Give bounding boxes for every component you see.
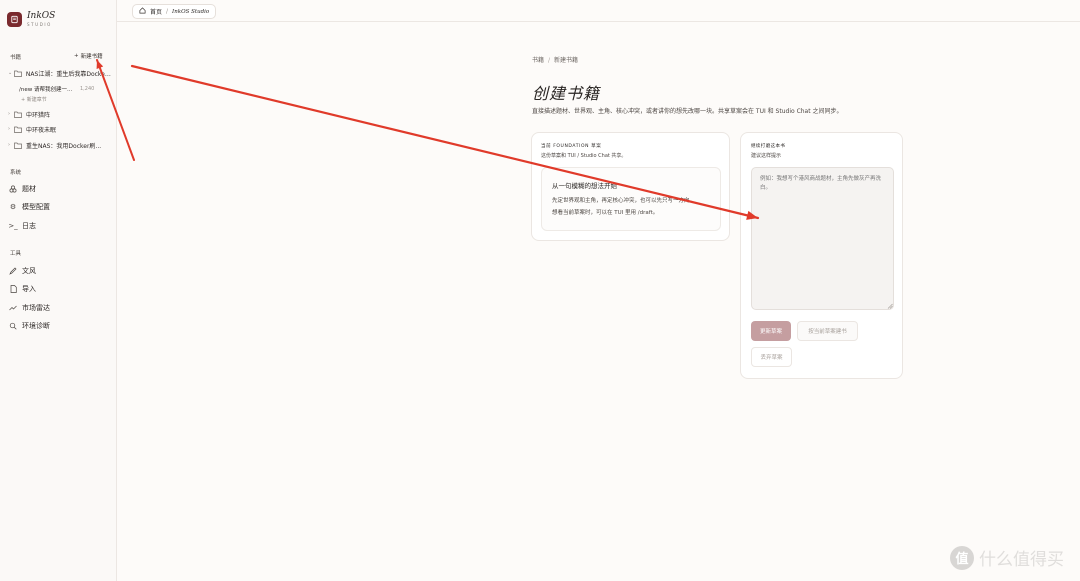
book-title: 重生NAS：我用Docker刷... (26, 142, 102, 150)
card-subtitle: 这份草案和 TUI / Studio Chat 共享。 (541, 153, 627, 159)
breadcrumb-current: 新建书籍 (554, 57, 579, 64)
nav-market-radar[interactable]: 市场雷达 (8, 302, 112, 314)
nav-label: 环境诊断 (22, 322, 50, 330)
watermark-text: 什么值得买 (979, 550, 1064, 570)
book-tree-item[interactable]: › 重生NAS：我用Docker刷... (8, 140, 112, 150)
empty-state-title: 从一句模糊的想法开始 (552, 182, 617, 190)
nav-label: 文风 (22, 267, 36, 275)
resize-handle-icon[interactable] (887, 303, 893, 309)
watermark-badge: 值 (950, 545, 974, 570)
app-subtitle: STUDIO (27, 22, 52, 27)
breadcrumb-separator: / (166, 8, 169, 15)
nav-genre[interactable]: 题材 (8, 183, 112, 195)
nav-label: 题材 (22, 185, 36, 193)
folder-open-icon (14, 70, 23, 77)
page-title: 创建书籍 (532, 84, 601, 103)
nav-model-config[interactable]: ⚙ 模型配置 (8, 201, 112, 213)
nav-style[interactable]: 文风 (8, 265, 112, 277)
book-tree-item[interactable]: ⌄ NAS江湖：重生后我靠Docker... (8, 68, 112, 78)
plus-icon: + (74, 53, 79, 59)
foundation-draft-card: 当前 FOUNDATION 草案 这份草案和 TUI / Studio Chat… (531, 132, 730, 241)
book-tree-item[interactable]: › 中环猎阵 (8, 109, 112, 119)
book-title: 中环夜未眠 (26, 126, 57, 134)
book-tree-item[interactable]: › 中环夜未眠 (8, 124, 112, 134)
discard-draft-button[interactable]: 丢弃草案 (751, 347, 792, 367)
home-link[interactable]: 首页 (150, 7, 162, 16)
app-title: InkOS (27, 11, 56, 21)
genre-icon (8, 185, 18, 193)
gear-icon: ⚙ (9, 203, 17, 211)
trend-icon (8, 305, 18, 311)
terminal-icon: >_ (8, 222, 18, 230)
nav-label: 市场雷达 (22, 304, 50, 312)
folder-icon (14, 142, 23, 149)
diagnose-icon (8, 322, 18, 330)
card-subtitle: 建议这样提示 (751, 153, 782, 159)
update-draft-button[interactable]: 更新草案 (751, 321, 791, 341)
home-icon[interactable] (139, 7, 146, 16)
books-section-label: 书籍 (10, 55, 22, 61)
current-location: InkOS Studio (172, 8, 210, 15)
new-chapter-label: 新建章节 (26, 97, 47, 103)
empty-state-line: 先定世界观和主角，再定核心冲突，也可以先只写一方向。 (552, 198, 696, 204)
nav-label: 模型配置 (22, 203, 50, 211)
chapter-item[interactable]: /new 请帮我创建一... 1,240 (19, 84, 113, 94)
sidebar: InkOS STUDIO 书籍 + 新建书籍 ⌄ NAS江湖：重生后我靠Dock… (0, 0, 117, 581)
top-breadcrumb: 首页 / InkOS Studio (132, 4, 217, 19)
nav-label: 导入 (22, 285, 36, 293)
empty-state-line: 想看当前草案时，可以在 TUI 里用 /draft。 (552, 210, 659, 216)
refine-book-card: 继续打磨这本书 建议这样提示 更新草案 按当前草案建书 丢弃草案 (740, 132, 903, 379)
breadcrumb-separator: / (548, 57, 551, 64)
draft-empty-state: 从一句模糊的想法开始 先定世界观和主角，再定核心冲突，也可以先只写一方向。 想看… (541, 167, 721, 231)
book-title: 中环猎阵 (26, 111, 51, 119)
app-logo[interactable]: InkOS STUDIO (7, 12, 55, 27)
file-icon (8, 285, 18, 293)
folder-icon (14, 126, 23, 133)
system-section-label: 系统 (10, 170, 22, 176)
book-logo-icon (7, 12, 22, 27)
nav-diagnostics[interactable]: 环境诊断 (8, 320, 112, 332)
page-description: 直接描述题材、世界观、主角、核心冲突，或者讲你的想先改哪一块。共享草案会在 TU… (532, 108, 843, 115)
watermark: 值 什么值得买 (950, 545, 1064, 570)
nav-import[interactable]: 导入 (8, 283, 112, 295)
book-title: NAS江湖：重生后我靠Docker... (25, 70, 112, 78)
nav-logs[interactable]: >_ 日志 (8, 220, 112, 232)
breadcrumb: 书籍 / 新建书籍 (532, 55, 578, 64)
breadcrumb-books-link[interactable]: 书籍 (532, 57, 544, 64)
card-kicker: 当前 FOUNDATION 草案 (541, 144, 602, 149)
card-kicker: 继续打磨这本书 (751, 144, 786, 149)
prompt-textarea[interactable] (751, 167, 894, 310)
nav-label: 日志 (22, 222, 36, 230)
top-bar: 首页 / InkOS Studio (117, 0, 1080, 22)
new-chapter-button[interactable]: + 新建章节 (21, 96, 47, 103)
new-book-label: 新建书籍 (80, 54, 103, 60)
tools-section-label: 工具 (10, 251, 22, 257)
folder-icon (14, 111, 23, 118)
create-from-draft-button[interactable]: 按当前草案建书 (797, 321, 858, 341)
new-book-button[interactable]: + 新建书籍 (74, 52, 103, 60)
chapter-name: /new 请帮我创建一... (19, 87, 73, 93)
chapter-word-count: 1,240 (80, 86, 95, 92)
pen-icon (8, 267, 18, 275)
